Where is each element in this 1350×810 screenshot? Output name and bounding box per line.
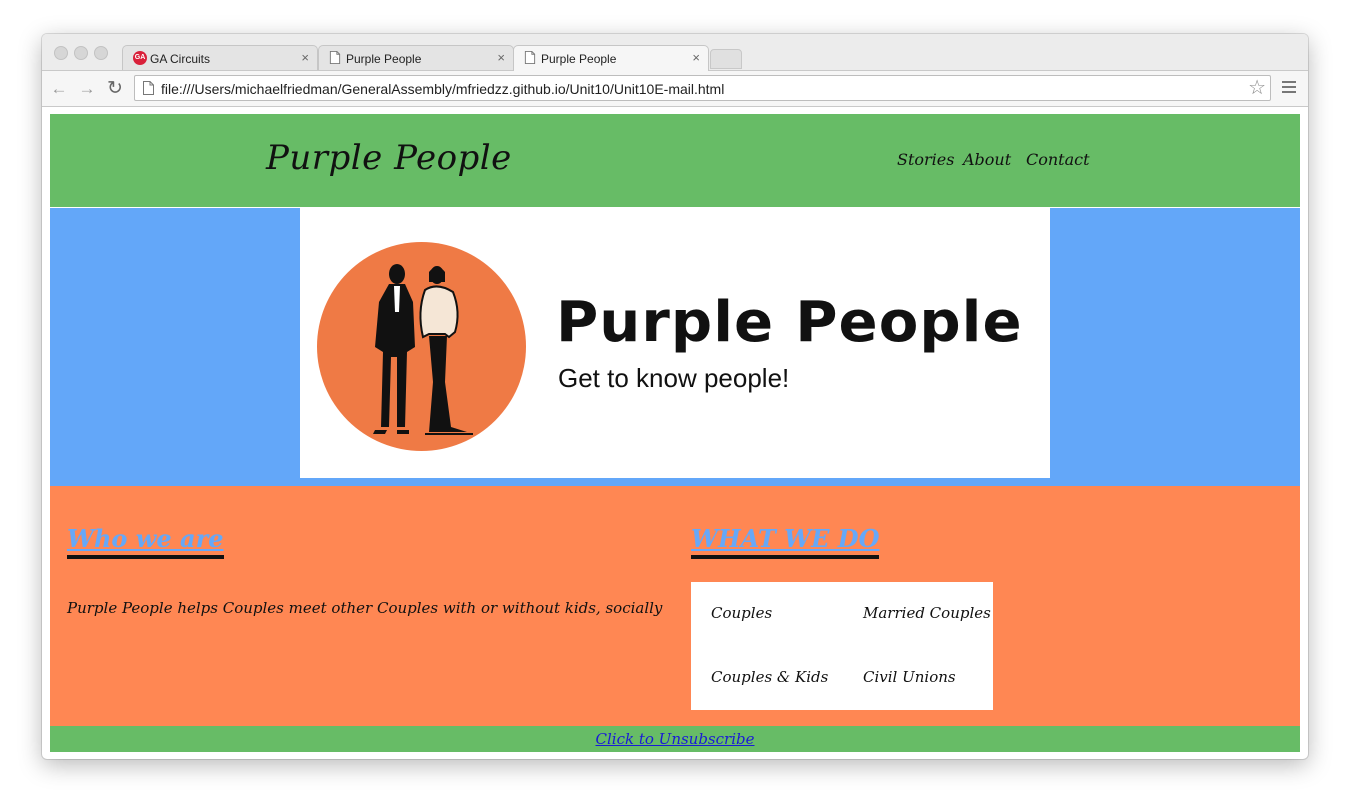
- tab-ga-circuits[interactable]: GA GA Circuits ×: [122, 45, 318, 70]
- tab-close-icon[interactable]: ×: [497, 50, 505, 65]
- tab-purple-people-active[interactable]: Purple People ×: [513, 45, 709, 71]
- tab-title: Purple People: [346, 52, 422, 66]
- service-item: Married Couples: [863, 604, 991, 622]
- close-window-button[interactable]: [54, 46, 68, 60]
- hero-section: Purple People Get to know people!: [50, 208, 1300, 486]
- who-we-are-heading: Who we are: [67, 524, 224, 559]
- tab-title: GA Circuits: [150, 52, 211, 66]
- page-icon: [329, 51, 341, 64]
- tab-strip: GA GA Circuits × Purple People × Purple …: [42, 34, 1308, 71]
- tab-close-icon[interactable]: ×: [301, 50, 309, 65]
- forward-arrow-icon[interactable]: →: [76, 78, 98, 100]
- nav-link-contact[interactable]: Contact: [1026, 150, 1090, 169]
- back-arrow-icon[interactable]: ←: [48, 78, 70, 100]
- tab-purple-people-1[interactable]: Purple People ×: [318, 45, 514, 70]
- service-item: Couples: [711, 604, 773, 622]
- nav-link-about[interactable]: About: [963, 150, 1011, 169]
- bookmark-star-icon[interactable]: ☆: [1248, 76, 1266, 100]
- reload-icon[interactable]: ↻: [104, 78, 126, 100]
- browser-toolbar: ← → ↻ file:///Users/michaelfriedman/Gene…: [42, 71, 1308, 107]
- site-brand[interactable]: Purple People: [266, 138, 512, 178]
- tab-close-icon[interactable]: ×: [692, 50, 700, 65]
- page-icon: [524, 51, 536, 64]
- tab-title: Purple People: [541, 52, 617, 66]
- page-icon: [143, 81, 154, 95]
- hamburger-menu-icon[interactable]: [1282, 81, 1296, 96]
- site-footer: Click to Unsubscribe: [50, 726, 1300, 752]
- new-tab-button[interactable]: [710, 49, 742, 69]
- page-viewport: Purple People Stories About Contact Purp…: [50, 114, 1300, 752]
- unsubscribe-link[interactable]: Click to Unsubscribe: [596, 730, 755, 748]
- url-text[interactable]: file:///Users/michaelfriedman/GeneralAss…: [161, 81, 724, 97]
- who-we-are-text: Purple People helps Couples meet other C…: [67, 599, 663, 617]
- ga-favicon-icon: GA: [133, 51, 147, 65]
- browser-window: GA GA Circuits × Purple People × Purple …: [42, 34, 1308, 759]
- nav-link-stories[interactable]: Stories: [897, 150, 954, 169]
- service-item: Civil Unions: [863, 668, 956, 686]
- couple-illustration: [317, 242, 526, 451]
- service-item: Couples & Kids: [711, 668, 829, 686]
- minimize-window-button[interactable]: [74, 46, 88, 60]
- address-bar[interactable]: file:///Users/michaelfriedman/GeneralAss…: [134, 75, 1271, 101]
- zoom-window-button[interactable]: [94, 46, 108, 60]
- site-header: Purple People Stories About Contact: [50, 114, 1300, 207]
- banner-subtitle: Get to know people!: [558, 363, 790, 393]
- services-grid: Couples Married Couples Couples & Kids C…: [691, 582, 993, 710]
- banner-title: Purple People: [556, 290, 1023, 355]
- what-we-do-heading: WHAT WE DO: [691, 524, 880, 559]
- content-section: Who we are Purple People helps Couples m…: [50, 486, 1300, 726]
- banner-image: Purple People Get to know people!: [300, 208, 1050, 478]
